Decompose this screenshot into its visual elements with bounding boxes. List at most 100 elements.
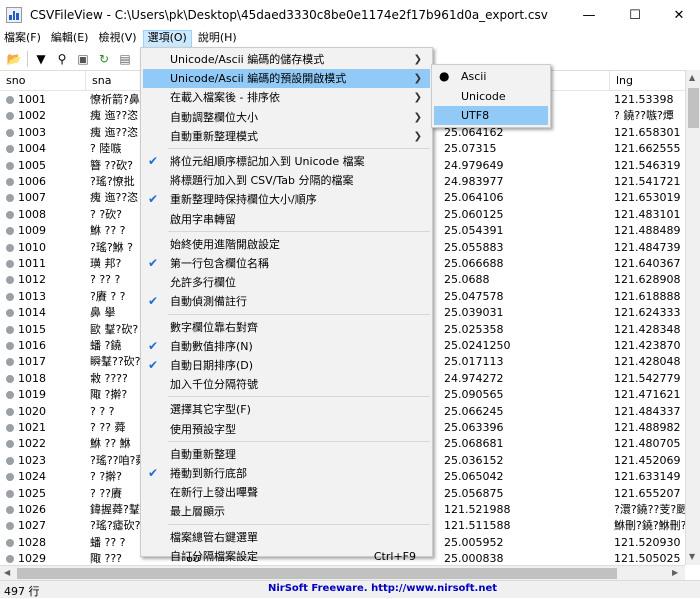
find-icon[interactable]: ⚲	[54, 51, 70, 67]
options-menu-item[interactable]: 啟用字串轉留	[143, 210, 430, 229]
menu-bar: 檔案(F) 編輯(E) 檢視(V) 選項(O) 說明(H)	[0, 30, 700, 48]
row-id-text: 1018	[18, 371, 46, 385]
row-icon	[6, 358, 14, 367]
options-menu-item[interactable]: 自動重新整理	[143, 445, 430, 464]
row-id-cell: 1010	[0, 240, 86, 256]
options-menu-item[interactable]: ✔ 自動日期排序(D)	[143, 356, 430, 375]
options-menu-item[interactable]: 最上層顯示	[143, 502, 430, 521]
options-menu-item[interactable]: 始終使用進階開啟設定	[143, 235, 430, 254]
status-bar: 497 行 NirSoft Freeware. http://www.nirso…	[0, 580, 700, 598]
menu-help[interactable]: 說明(H)	[194, 30, 241, 48]
options-menu-item[interactable]: 將標題行加入到 CSV/Tab 分隔的檔案	[143, 171, 430, 190]
properties-icon[interactable]: ▤	[117, 51, 133, 67]
row-id-text: 1002	[18, 109, 46, 123]
table-cell: 121.480705	[614, 437, 681, 451]
horizontal-scroll-thumb[interactable]	[17, 568, 617, 579]
table-cell: 121.541721	[614, 175, 681, 188]
row-id-cell: 1019	[0, 387, 86, 403]
menu-item-label: 自動日期排序(D)	[170, 359, 254, 372]
options-menu-item[interactable]: 檔案總管右鍵選單	[143, 528, 430, 547]
table-cell: 25.005952	[444, 535, 504, 549]
scroll-up-arrow-icon[interactable]: ▲	[689, 73, 695, 82]
options-menu-item[interactable]: ✔ 重新整理時保持欄位大小/順序	[143, 190, 430, 209]
options-menu-item[interactable]: 加入千位分隔符號	[143, 375, 430, 394]
nirsoft-link[interactable]: NirSoft Freeware. http://www.nirsoft.net	[268, 583, 497, 594]
row-id-text: 1005	[18, 158, 46, 172]
radio-dot-icon: ●	[439, 69, 450, 83]
options-menu-item[interactable]: ✔ 自動數值排序(N)	[143, 337, 430, 356]
encoding-option-ascii[interactable]: ● Ascii	[434, 67, 548, 86]
minimize-button[interactable]: —	[566, 0, 612, 30]
submenu-arrow-icon: ❯	[413, 130, 422, 142]
submenu-arrow-icon: ❯	[413, 92, 422, 104]
options-menu-item[interactable]: 選擇其它字型(F)	[143, 400, 430, 419]
row-id-text: 1022	[18, 437, 46, 451]
options-menu-item[interactable]: 在新行上發出嗶聲	[143, 483, 430, 502]
table-cell: 121.624333	[614, 306, 681, 320]
menu-item-label: Unicode	[461, 89, 506, 103]
row-id-text: 1024	[18, 470, 46, 484]
maximize-button[interactable]: ☐	[612, 0, 658, 30]
menu-file[interactable]: 檔案(F)	[0, 30, 45, 48]
encoding-option-unicode[interactable]: Unicode	[434, 87, 548, 106]
options-menu-item[interactable]: 使用預設字型	[143, 420, 430, 439]
options-menu-item[interactable]: ✔ 捲動到新行底部	[143, 464, 430, 483]
filter-icon[interactable]: ▼	[33, 51, 49, 67]
table-cell: 121.511588	[444, 519, 511, 533]
options-menu-item[interactable]: Unicode/Ascii 編碼的儲存模式 ❯	[143, 50, 430, 69]
row-id-cell: 1008	[0, 207, 86, 223]
menu-view[interactable]: 檢視(V)	[94, 30, 140, 48]
row-count: 497 行	[4, 585, 40, 598]
options-menu-item[interactable]: 數字欄位靠右對齊	[143, 318, 430, 337]
scroll-right-arrow-icon[interactable]: ▶	[672, 568, 678, 577]
options-menu-item[interactable]: 在載入檔案後 - 排序依 ❯	[143, 88, 430, 107]
options-menu-item[interactable]: 自動重新整理模式 ❯	[143, 127, 430, 146]
row-icon	[6, 538, 14, 547]
row-id-cell: 1001	[0, 92, 86, 108]
options-menu-item[interactable]: Unicode/Ascii 編碼的預設開啟模式 ❯	[143, 69, 430, 89]
row-id-text: 1026	[18, 503, 46, 516]
table-cell: 121.423870	[614, 339, 681, 352]
table-cell: 121.521988	[444, 503, 511, 516]
close-button[interactable]: ✕	[656, 0, 700, 30]
row-icon	[6, 489, 14, 498]
horizontal-scrollbar[interactable]: ◀ ▶	[0, 565, 685, 580]
menu-edit[interactable]: 編輯(E)	[47, 30, 93, 48]
vertical-scroll-thumb[interactable]	[688, 88, 699, 128]
column-header-sno[interactable]: sno	[0, 71, 86, 91]
refresh-icon[interactable]: ↻	[96, 51, 112, 67]
options-menu-item[interactable]: 允許多行欄位	[143, 273, 430, 292]
table-cell: 121.428048	[614, 355, 681, 369]
row-id-text: 1021	[18, 421, 46, 434]
options-menu-item[interactable]: ✔ 將位元組順序標記加入到 Unicode 檔案	[143, 152, 430, 171]
table-cell: 25.025358	[444, 322, 504, 336]
table-cell: 121.505025	[614, 552, 681, 565]
encoding-option-utf8[interactable]: UTF8	[434, 106, 548, 125]
table-cell: 121.662555	[614, 142, 681, 156]
options-menu-item[interactable]: ✔ 第一行包含欄位名稱	[143, 254, 430, 273]
row-icon	[6, 276, 14, 285]
menu-item-label: 將位元組順序標記加入到 Unicode 檔案	[170, 155, 365, 168]
options-menu-item[interactable]: ✔ 自動偵測備註行	[143, 292, 430, 311]
save-icon[interactable]: ▣	[75, 51, 91, 67]
menu-options[interactable]: 選項(O)	[142, 30, 192, 48]
column-header-lng[interactable]: lng	[610, 71, 685, 91]
row-icon	[6, 161, 14, 170]
row-id-text: 1025	[18, 486, 46, 500]
row-id-text: 1010	[18, 240, 46, 254]
row-icon	[6, 456, 14, 465]
table-cell: 121.633149	[614, 470, 681, 484]
title-bar[interactable]: CSVFileView - C:\Users\pk\Desktop\45daed…	[0, 0, 700, 30]
scroll-down-arrow-icon[interactable]: ▼	[689, 552, 695, 561]
open-icon[interactable]: 📂	[6, 51, 22, 67]
options-menu-item[interactable]: 自動調整欄位大小 ❯	[143, 108, 430, 127]
row-id-cell: 1013	[0, 289, 86, 305]
table-cell: 25.063396	[444, 421, 504, 434]
row-id-cell: 1002	[0, 108, 86, 124]
vertical-scrollbar[interactable]: ▲ ▼	[685, 70, 700, 565]
row-id-cell: 1025	[0, 486, 86, 502]
table-cell: 121.488489	[614, 224, 681, 238]
table-cell: 121.628908	[614, 273, 681, 287]
options-menu-item[interactable]: 自訂分隔檔案設定 Ctrl+F9	[143, 547, 430, 566]
scroll-left-arrow-icon[interactable]: ◀	[4, 568, 10, 577]
